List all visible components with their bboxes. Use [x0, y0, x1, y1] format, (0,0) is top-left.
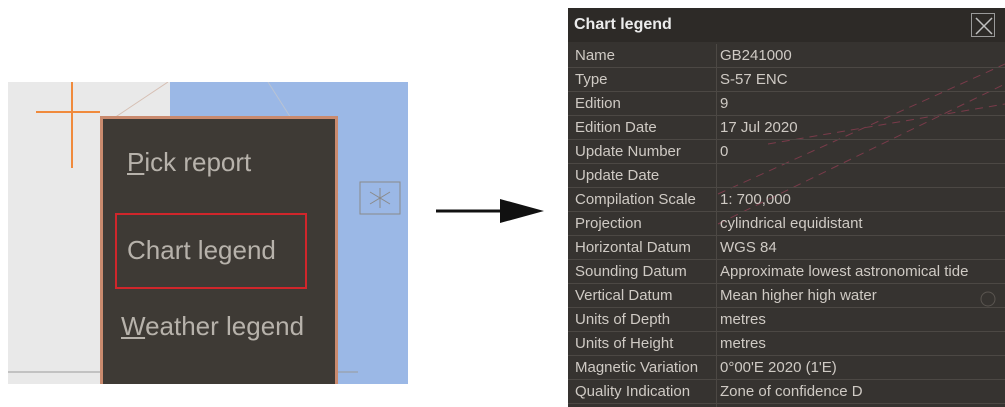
legend-row-projection: Projection cylindrical equidistant — [568, 212, 1005, 236]
close-icon — [975, 17, 993, 35]
legend-row-name: Name GB241000 — [568, 44, 1005, 68]
legend-key: Edition — [575, 95, 621, 112]
legend-value: metres — [720, 335, 766, 352]
legend-value: 0°00'E 2020 (1'E) — [720, 359, 837, 376]
legend-value: 9 — [720, 95, 729, 112]
legend-key: Units of Depth — [575, 311, 671, 328]
pick-report-label: ick report — [144, 147, 252, 177]
legend-value: WGS 84 — [720, 239, 777, 256]
legend-key: Update Date — [575, 167, 660, 184]
legend-header: Chart legend — [568, 8, 1005, 42]
context-menu: Pick report Chart legend Weather legend — [100, 116, 338, 384]
legend-row-quality-indication: Quality Indication Zone of confidence D — [568, 380, 1005, 404]
legend-table: Name GB241000 Type S-57 ENC Edition 9 Editi… — [568, 44, 1005, 404]
legend-value: Approximate lowest astronomical tide — [720, 263, 969, 280]
legend-row-units-of-depth: Units of Depth metres — [568, 308, 1005, 332]
legend-title: Chart legend — [574, 16, 672, 33]
legend-row-update-number: Update Number 0 — [568, 140, 1005, 164]
weather-legend-accel: W — [121, 311, 146, 341]
legend-key: Units of Height — [575, 335, 674, 352]
legend-value: GB241000 — [720, 47, 792, 64]
legend-row-units-of-height: Units of Height metres — [568, 332, 1005, 356]
legend-key: Projection — [575, 215, 642, 232]
menu-item-pick-report[interactable]: Pick report — [127, 147, 251, 178]
legend-value: Zone of confidence D — [720, 383, 863, 400]
legend-row-horizontal-datum: Horizontal Datum WGS 84 — [568, 236, 1005, 260]
legend-row-update-date: Update Date — [568, 164, 1005, 188]
close-button[interactable] — [971, 13, 995, 37]
legend-value: S-57 ENC — [720, 71, 788, 88]
arrow-right-icon — [436, 199, 544, 223]
pick-report-accel: P — [127, 147, 145, 177]
highlight-box — [115, 213, 307, 289]
legend-value: 1: 700,000 — [720, 191, 791, 208]
menu-item-weather-legend[interactable]: Weather legend — [121, 311, 304, 342]
weather-legend-label: eather legend — [145, 311, 305, 341]
legend-row-type: Type S-57 ENC — [568, 68, 1005, 92]
legend-key: Sounding Datum — [575, 263, 687, 280]
legend-value: cylindrical equidistant — [720, 215, 863, 232]
legend-key: Edition Date — [575, 119, 657, 136]
legend-row-compilation-scale: Compilation Scale 1: 700,000 — [568, 188, 1005, 212]
legend-value: Mean higher high water — [720, 287, 877, 304]
legend-key: Type — [575, 71, 608, 88]
legend-row-edition: Edition 9 — [568, 92, 1005, 116]
legend-key: Magnetic Variation — [575, 359, 699, 376]
legend-key: Quality Indication — [575, 383, 691, 400]
legend-row-sounding-datum: Sounding Datum Approximate lowest astrono… — [568, 260, 1005, 284]
chart-view[interactable]: Pick report Chart legend Weather legend — [8, 82, 408, 384]
legend-key: Name — [575, 47, 616, 64]
chart-legend-panel: Chart legend Name GB241000 Type S-57 ENC E… — [568, 8, 1005, 407]
legend-key: Vertical Datum — [575, 287, 673, 304]
legend-row-vertical-datum: Vertical Datum Mean higher high water — [568, 284, 1005, 308]
legend-row-magnetic-variation: Magnetic Variation 0°00'E 2020 (1'E) — [568, 356, 1005, 380]
legend-value: metres — [720, 311, 766, 328]
legend-value: 0 — [720, 143, 729, 160]
legend-key: Compilation Scale — [575, 191, 696, 208]
legend-key: Update Number — [575, 143, 681, 160]
legend-row-edition-date: Edition Date 17 Jul 2020 — [568, 116, 1005, 140]
legend-value: 17 Jul 2020 — [720, 119, 798, 136]
legend-key: Horizontal Datum — [575, 239, 691, 256]
